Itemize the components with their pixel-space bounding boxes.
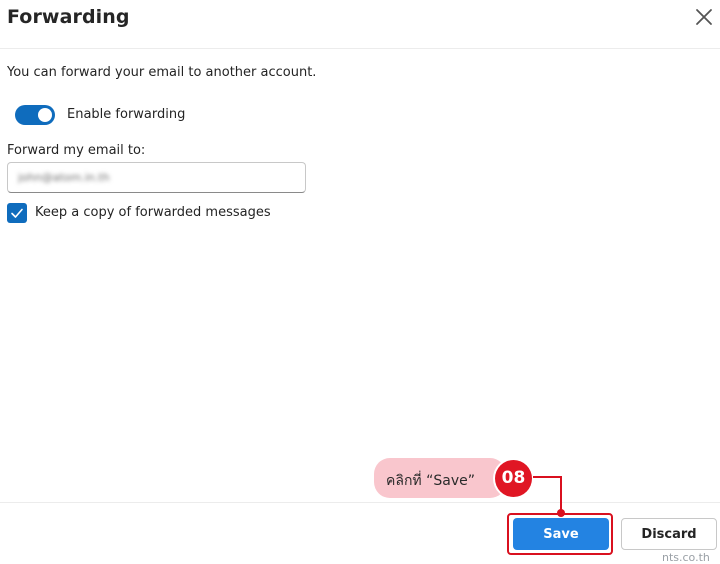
forwarding-dialog: Forwarding You can forward your email to… xyxy=(0,0,720,564)
header-divider xyxy=(0,48,720,49)
discard-button[interactable]: Discard xyxy=(621,518,717,550)
step-number-badge: 08 xyxy=(495,460,532,497)
enable-forwarding-label: Enable forwarding xyxy=(67,107,186,122)
instruction-callout-text: คลิกที่ “Save” xyxy=(386,473,475,489)
forward-email-field-wrapper xyxy=(7,162,306,193)
annotation-connector-line xyxy=(533,476,565,517)
save-button[interactable]: Save xyxy=(513,518,609,550)
checkmark-icon xyxy=(11,208,23,218)
dialog-title: Forwarding xyxy=(7,6,130,28)
forward-email-label: Forward my email to: xyxy=(7,143,146,158)
keep-copy-label: Keep a copy of forwarded messages xyxy=(35,205,271,220)
forward-email-input[interactable] xyxy=(8,163,305,192)
keep-copy-checkbox[interactable] xyxy=(7,203,27,223)
footer-divider xyxy=(0,502,720,503)
forwarding-description: You can forward your email to another ac… xyxy=(7,65,317,80)
close-icon[interactable] xyxy=(692,5,716,29)
toggle-knob xyxy=(38,108,52,122)
watermark: nts.co.th xyxy=(662,551,710,564)
enable-forwarding-toggle[interactable] xyxy=(15,105,55,125)
